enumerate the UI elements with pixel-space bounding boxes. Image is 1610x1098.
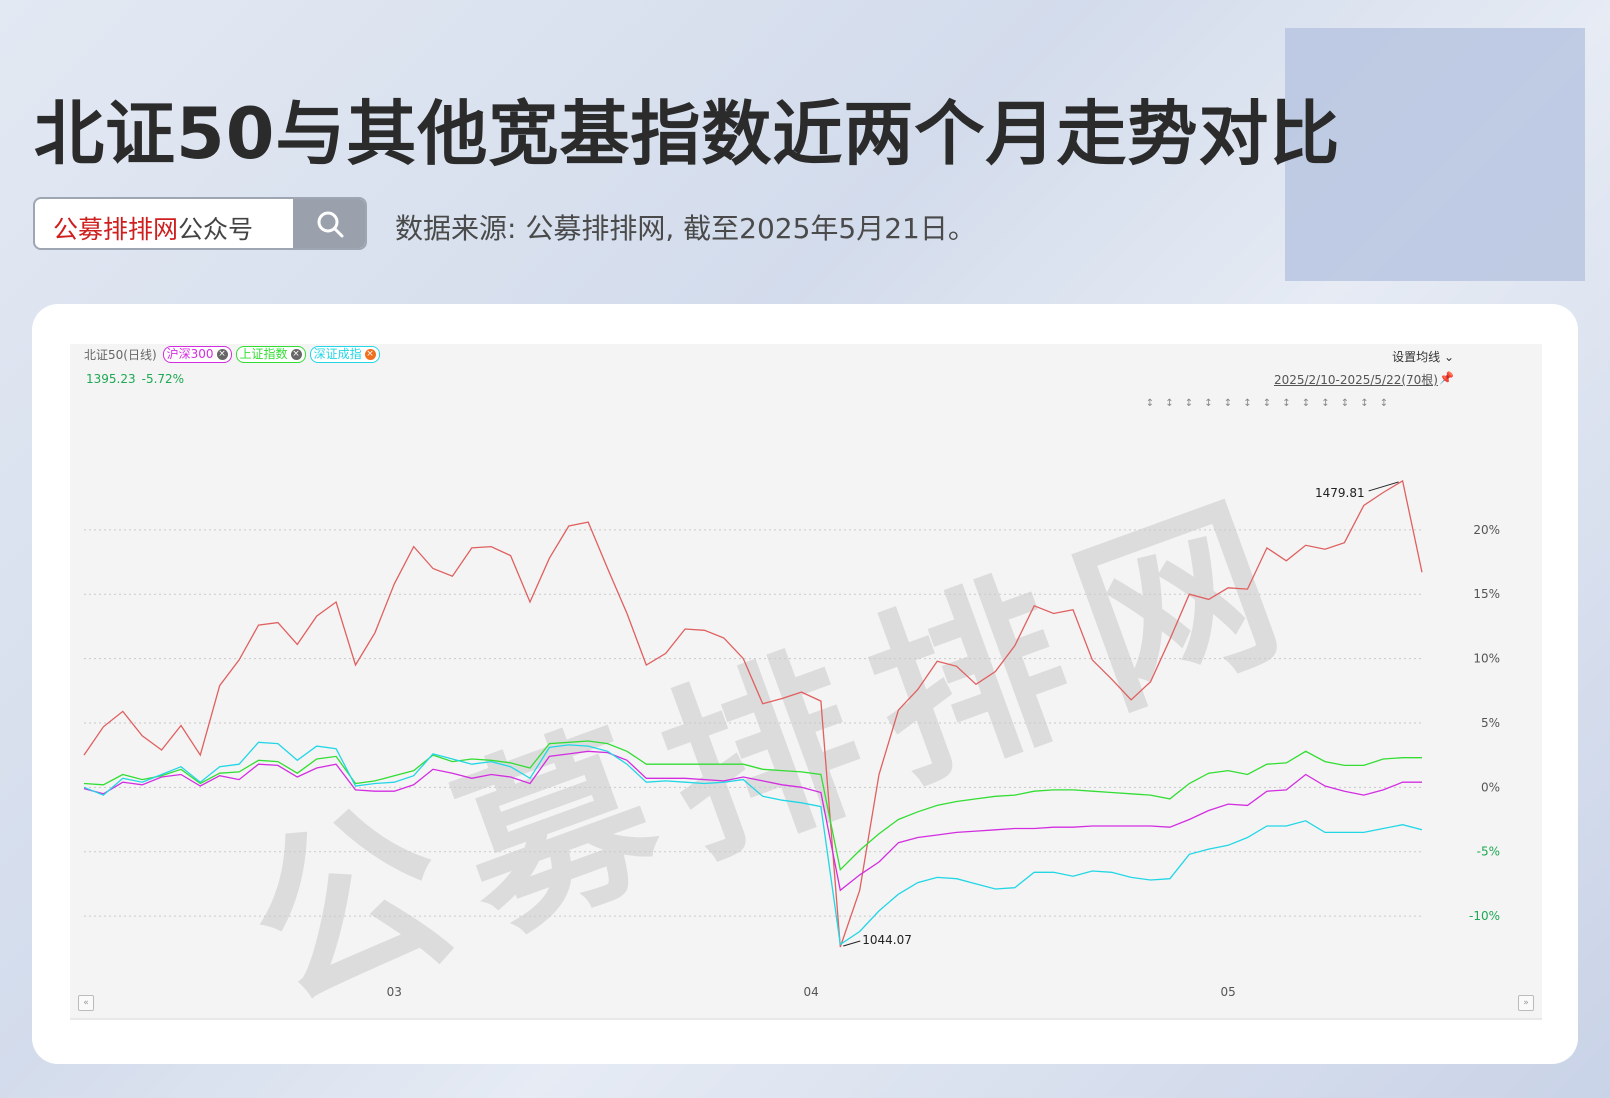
data-source-note: 数据来源: 公募排排网, 截至2025年5月21日。 [395, 212, 976, 245]
y-tick-label: -5% [1477, 845, 1500, 859]
event-marker: ↕ [1302, 398, 1310, 409]
page-title: 北证50与其他宽基指数近两个月走势对比 [34, 93, 1341, 175]
event-marker: ↕ [1321, 398, 1329, 409]
event-marker: ↕ [1204, 398, 1212, 409]
y-tick-label: -10% [1469, 909, 1500, 923]
legend-tag-hs300[interactable]: 沪深300 × [162, 346, 232, 363]
search-icon [317, 211, 344, 238]
event-marker: ↕ [1224, 398, 1232, 409]
y-tick-label: 5% [1481, 716, 1500, 730]
line-chart[interactable]: 公募排排网 -10% -5% 0% 5% 10% 15% 20% 03 04 05 ↕ ↕ ↕ ↕ ↕ ↕ ↕ ↕ ↕… [70, 344, 1542, 1020]
close-icon[interactable]: × [364, 349, 376, 360]
chevron-down-icon: ⌄ [1443, 350, 1454, 364]
event-marker: ↕ [1165, 398, 1173, 409]
event-marker: ↕ [1282, 398, 1290, 409]
x-tick-label: 03 [387, 985, 402, 999]
chart-area: 公募排排网 -10% -5% 0% 5% 10% 15% 20% 03 04 05 ↕ ↕ ↕ ↕ ↕ ↕ ↕ ↕ ↕… [70, 344, 1542, 1020]
y-tick-label: 15% [1473, 587, 1500, 601]
event-marker: ↕ [1185, 398, 1193, 409]
search-button[interactable] [293, 199, 365, 248]
event-marker: ↕ [1341, 398, 1349, 409]
legend-main-series: 北证50(日线) [84, 348, 157, 362]
settings-ma-button[interactable]: 设置均线 ⌄ [1392, 348, 1454, 365]
scroll-left-button[interactable]: « [78, 995, 94, 1011]
x-tick-label: 04 [804, 985, 819, 999]
search-text: 公募排排网公众号 [53, 210, 253, 246]
annotation-max: 1479.81 [1315, 486, 1365, 500]
annotation-min: 1044.07 [862, 933, 912, 947]
event-marker: ↕ [1263, 398, 1271, 409]
event-marker: ↕ [1146, 398, 1154, 409]
event-marker: ↕ [1243, 398, 1251, 409]
chart-legend: 北证50(日线) 沪深300 × 上证指数 × 深证成指 × [84, 346, 380, 363]
pin-icon[interactable]: 📌 [1439, 371, 1454, 385]
legend-tag-szcz[interactable]: 深证成指 × [309, 346, 380, 363]
close-icon[interactable]: × [216, 349, 228, 360]
chart-card: 公募排排网 -10% -5% 0% 5% 10% 15% 20% 03 04 05 ↕ ↕ ↕ ↕ ↕ ↕ ↕ ↕ ↕… [32, 304, 1578, 1064]
search-suffix: 公众号 [178, 215, 254, 244]
event-marker: ↕ [1360, 398, 1368, 409]
y-tick-label: 10% [1473, 652, 1500, 666]
y-tick-label: 20% [1473, 523, 1500, 537]
event-marker: ↕ [1380, 398, 1388, 409]
current-value: 1395.23 [86, 372, 136, 386]
watermark-text: 公募排排网 [223, 461, 1332, 1020]
date-range[interactable]: 2025/2/10-2025/5/22(70根) [1274, 371, 1438, 388]
y-tick-label: 0% [1481, 780, 1500, 794]
x-tick-label: 05 [1220, 985, 1235, 999]
legend-tag-sz[interactable]: 上证指数 × [235, 346, 306, 363]
search-box[interactable]: 公募排排网公众号 [33, 197, 367, 250]
scroll-right-button[interactable]: » [1518, 995, 1534, 1011]
current-change: -5.72% [141, 372, 185, 386]
search-brand: 公募排排网 [53, 215, 179, 244]
close-icon[interactable]: × [290, 349, 302, 360]
annotation-arrow [843, 940, 861, 947]
current-value-readout: 1395.23 -5.72% [86, 372, 184, 386]
